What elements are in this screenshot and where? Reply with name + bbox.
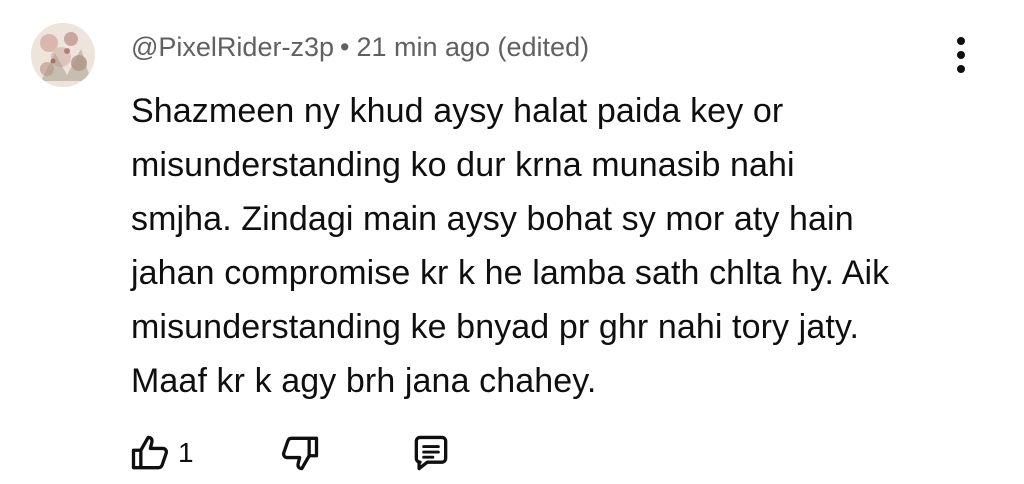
comment-reply-icon [414,435,448,471]
comment-card: @PixelRider-z3p • 21 min ago (edited) Shaz… [0,0,1024,484]
dislike-button[interactable] [278,428,322,478]
comment-actions: 1 [128,428,468,478]
comment-line: misunderstanding ko dur krna munasib nah… [131,146,795,184]
avatar-image [31,23,95,87]
comment-text: Shazmeen ny khud aysy halat paida key or… [131,84,951,408]
comment-timestamp[interactable]: 21 min ago (edited) [356,32,589,62]
comment-line: misunderstanding ke bnyad pr ghr nahi to… [131,308,860,346]
thumb-down-icon [281,436,319,471]
comment-line: jahan compromise kr k he lamba sath chlt… [131,254,890,292]
like-button[interactable]: 1 [128,428,194,478]
thumb-up-icon [131,435,169,470]
comment-line: smjha. Zindagi main aysy bohat sy mor at… [131,200,854,238]
author-handle[interactable]: @PixelRider-z3p [131,32,334,62]
comment-line: Maaf kr k agy brh jana chahey. [131,362,597,400]
meta-separator: • [339,32,350,62]
comment-meta: @PixelRider-z3p • 21 min ago (edited) [131,32,589,63]
comment-line: Shazmeen ny khud aysy halat paida key or [131,92,784,130]
like-count: 1 [178,437,194,468]
more-actions-button[interactable] [944,32,978,78]
avatar[interactable] [31,23,95,87]
more-vertical-icon [957,37,965,73]
reply-button[interactable] [409,428,453,478]
